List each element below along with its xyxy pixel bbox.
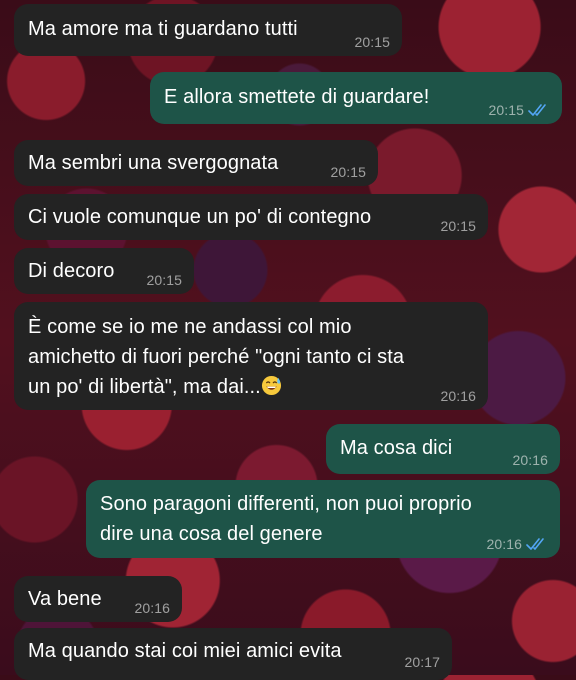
- message-bubble-incoming[interactable]: Di decoro 20:15: [14, 248, 194, 294]
- message-text: È come se io me ne andassi col mio amich…: [28, 316, 405, 398]
- message-text: Ci vuole comunque un po' di contegno: [28, 206, 372, 228]
- message-timestamp: 20:15: [354, 34, 390, 50]
- message-timestamp: 20:15: [146, 272, 182, 288]
- message-bubble-incoming[interactable]: È come se io me ne andassi col mio amich…: [14, 302, 488, 410]
- message-bubble-outgoing[interactable]: Ma cosa dici 20:16: [326, 424, 560, 474]
- message-timestamp: 20:16: [512, 452, 548, 468]
- message-bubble-outgoing[interactable]: Sono paragoni differenti, non puoi propr…: [86, 480, 560, 558]
- message-timestamp: 20:16: [486, 536, 522, 552]
- read-receipt-icon: [526, 538, 544, 550]
- message-timestamp: 20:16: [440, 388, 476, 404]
- message-bubble-incoming[interactable]: Ci vuole comunque un po' di contegno 20:…: [14, 194, 488, 240]
- message-bubble-incoming[interactable]: Ma amore ma ti guardano tutti 20:15: [14, 4, 402, 56]
- read-receipt-icon: [528, 104, 546, 116]
- message-text: Ma amore ma ti guardano tutti: [28, 18, 298, 40]
- message-text: E allora smettete di guardare!: [164, 86, 430, 108]
- message-bubble-incoming[interactable]: Ma quando stai coi miei amici evita 20:1…: [14, 628, 452, 680]
- message-timestamp: 20:15: [488, 102, 524, 118]
- message-bubble-outgoing[interactable]: E allora smettete di guardare! 20:15: [150, 72, 562, 124]
- message-text: Ma sembri una svergognata: [28, 152, 279, 174]
- sweat-smile-emoji-icon: [261, 375, 281, 396]
- message-timestamp: 20:16: [134, 600, 170, 616]
- message-bubble-incoming[interactable]: Va bene 20:16: [14, 576, 182, 622]
- message-text: Sono paragoni differenti, non puoi propr…: [100, 493, 472, 545]
- message-timestamp: 20:15: [440, 218, 476, 234]
- message-bubble-incoming[interactable]: Ma sembri una svergognata 20:15: [14, 140, 378, 186]
- message-timestamp: 20:17: [404, 654, 440, 670]
- message-timestamp: 20:15: [330, 164, 366, 180]
- message-text: Ma cosa dici: [340, 437, 453, 459]
- message-text: Ma quando stai coi miei amici evita: [28, 640, 342, 662]
- message-text: Va bene: [28, 588, 102, 610]
- message-text: Di decoro: [28, 260, 115, 282]
